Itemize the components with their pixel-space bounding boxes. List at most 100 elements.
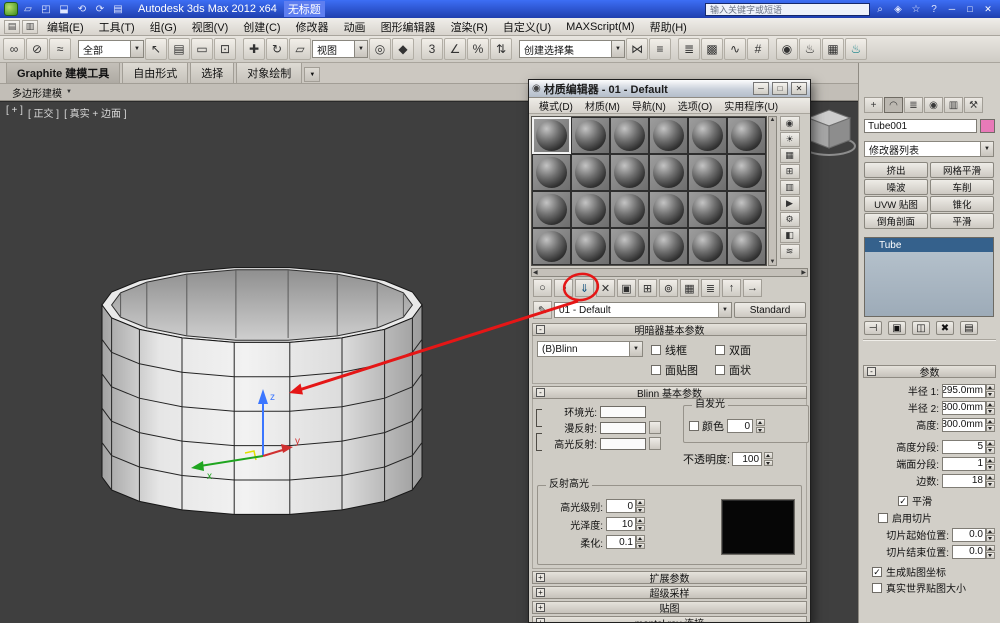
make-unique-icon[interactable]: ◫ [912, 321, 930, 335]
parameter-value-field[interactable]: 300.0mm [942, 401, 986, 415]
reset-map-icon[interactable]: ✕ [596, 279, 615, 297]
configure-modifier-sets-icon[interactable]: ▤ [960, 321, 978, 335]
material-sample-slot[interactable] [532, 191, 571, 228]
spinner[interactable] [986, 384, 995, 398]
ribbon-tab-selection[interactable]: 选择 [190, 62, 234, 83]
chevron-down-icon[interactable]: ▼ [354, 41, 367, 57]
specular-color-swatch[interactable] [600, 438, 646, 450]
material-sample-slot[interactable] [688, 191, 727, 228]
assign-material-to-selection-icon[interactable]: ⇓ [575, 279, 594, 297]
blinn-rollout-header[interactable]: - Blinn 基本参数 [532, 386, 807, 399]
material-sample-slot[interactable] [610, 191, 649, 228]
modifier-stack[interactable]: Tube [864, 237, 994, 317]
minimize-button[interactable]: ─ [944, 2, 960, 16]
spinner[interactable] [764, 452, 773, 466]
material-editor-title-bar[interactable]: ◉ 材质编辑器 - 01 - Default ─ □ ✕ [529, 80, 810, 98]
ribbon-tab-freeform[interactable]: 自由形式 [122, 62, 188, 83]
generate-mapping-coords-checkbox[interactable]: ✓ [872, 567, 882, 577]
modifier-preset-button[interactable]: 锥化 [930, 196, 994, 212]
expand-icon[interactable]: + [536, 618, 545, 622]
parameter-value-field[interactable]: 1 [942, 457, 986, 471]
layer-manager-icon[interactable]: ≣ [678, 38, 700, 60]
maximize-button[interactable]: □ [962, 2, 978, 16]
highlight-value-field[interactable]: 0 [606, 499, 636, 513]
diffuse-map-button[interactable] [649, 421, 661, 434]
selection-filter-dropdown[interactable]: 全部 ▼ [78, 40, 144, 58]
menu-item[interactable]: 帮助(H) [643, 18, 694, 36]
modifier-preset-button[interactable]: UVW 贴图 [864, 196, 928, 212]
sample-tiling-icon[interactable]: ⊞ [780, 164, 800, 179]
spinner[interactable] [986, 528, 995, 542]
chevron-down-icon[interactable]: ▼ [611, 41, 624, 57]
material-editor-icon[interactable]: ◉ [776, 38, 798, 60]
parameter-value-field[interactable]: 5 [942, 440, 986, 454]
put-to-library-icon[interactable]: ⊞ [638, 279, 657, 297]
parameter-value-field[interactable]: 300.0mm [942, 418, 986, 432]
background-icon[interactable]: ▦ [780, 148, 800, 163]
help-icon[interactable]: ? [926, 2, 942, 16]
signin-icon[interactable]: ◈ [890, 2, 906, 16]
chevron-down-icon[interactable]: ▼ [718, 303, 731, 317]
modifier-preset-button[interactable]: 平滑 [930, 213, 994, 229]
diffuse-specular-lock-icon[interactable] [536, 433, 542, 451]
menu-item[interactable]: 选项(O) [672, 98, 718, 113]
menu-item[interactable]: 工具(T) [92, 18, 142, 36]
go-forward-sibling-icon[interactable]: → [743, 279, 762, 297]
select-and-link-icon[interactable]: ∞ [3, 38, 25, 60]
material-type-button[interactable]: Standard [734, 302, 806, 318]
tube-object[interactable] [102, 268, 422, 515]
spinner[interactable] [986, 401, 995, 415]
show-end-result-icon[interactable]: ≣ [701, 279, 720, 297]
expand-icon[interactable]: + [536, 588, 545, 597]
pin-stack-icon[interactable]: ⊣ [864, 321, 882, 335]
object-color-swatch[interactable] [980, 119, 995, 133]
reference-coordinate-dropdown[interactable]: 视图 ▼ [312, 40, 368, 58]
select-and-rotate-icon[interactable]: ↻ [266, 38, 288, 60]
specular-map-button[interactable] [649, 437, 661, 450]
spinner[interactable] [986, 474, 995, 488]
menu-item[interactable]: 编辑(E) [40, 18, 91, 36]
sample-horizontal-scrollbar[interactable]: ◀ ▶ [531, 268, 808, 277]
material-sample-slot[interactable] [571, 228, 610, 265]
scene-explorer-icon[interactable]: ▤ [4, 20, 20, 34]
spinner[interactable] [986, 457, 995, 471]
material-sample-slot[interactable] [727, 191, 766, 228]
material-sample-slot[interactable] [571, 154, 610, 191]
render-production-icon[interactable]: ♨ [845, 38, 867, 60]
parameter-value-field[interactable]: 0.0 [952, 528, 986, 542]
material-sample-slot[interactable] [571, 117, 610, 154]
open-file-icon[interactable]: ◰ [38, 2, 54, 16]
shader-type-dropdown[interactable]: (B)Blinn ▼ [537, 341, 643, 357]
minimize-button[interactable]: ─ [753, 82, 769, 95]
select-and-scale-icon[interactable]: ▱ [289, 38, 311, 60]
material-sample-slot[interactable] [532, 154, 571, 191]
diffuse-color-swatch[interactable] [600, 422, 646, 434]
shader-option-checkbox[interactable] [651, 345, 661, 355]
modifier-preset-button[interactable]: 挤出 [864, 162, 928, 178]
close-button[interactable]: ✕ [980, 2, 996, 16]
shader-rollout-header[interactable]: - 明暗器基本参数 [532, 323, 807, 336]
named-selection-dropdown[interactable]: 创建选择集 ▼ [519, 40, 625, 58]
scroll-left-icon[interactable]: ◀ [533, 269, 538, 276]
create-tab[interactable]: + [864, 97, 883, 113]
smooth-checkbox[interactable]: ✓ [898, 496, 908, 506]
collapsed-rollout-header[interactable]: + 超级采样 [532, 586, 807, 599]
menu-item[interactable]: 自定义(U) [496, 18, 558, 36]
menu-item[interactable]: 创建(C) [236, 18, 287, 36]
video-color-check-icon[interactable]: ▥ [780, 180, 800, 195]
save-file-icon[interactable]: ⬓ [56, 2, 72, 16]
app-logo-icon[interactable] [4, 2, 18, 16]
selection-region-icon[interactable]: ▭ [191, 38, 213, 60]
collapsed-rollout-header[interactable]: + mental ray 连接 [532, 616, 807, 622]
material-sample-slot[interactable] [649, 228, 688, 265]
make-material-copy-icon[interactable]: ▣ [617, 279, 636, 297]
menu-item[interactable]: 实用程序(U) [718, 98, 784, 113]
chevron-down-icon[interactable]: ▼ [629, 342, 642, 356]
utilities-tab[interactable]: ⚒ [964, 97, 983, 113]
get-material-icon[interactable]: ○ [533, 279, 552, 297]
material-name-dropdown[interactable]: 01 - Default ▼ [554, 302, 732, 318]
spinner[interactable] [636, 517, 645, 531]
infocenter-search-input[interactable]: 输入关键字或短语 [705, 3, 870, 16]
menu-item[interactable]: 图形编辑器 [374, 18, 443, 36]
motion-tab[interactable]: ◉ [924, 97, 943, 113]
